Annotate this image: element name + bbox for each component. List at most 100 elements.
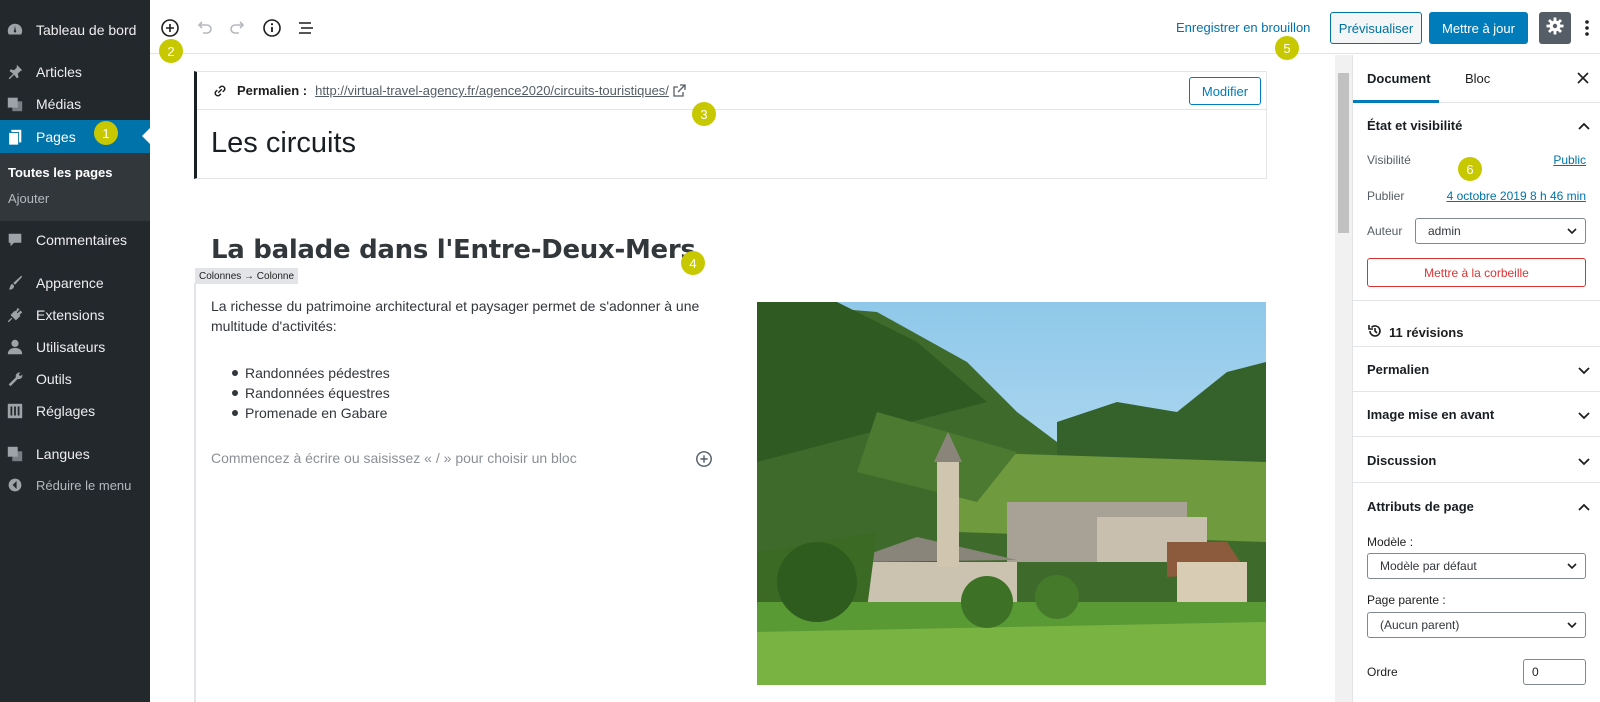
author-value: admin — [1428, 224, 1461, 238]
user-icon — [5, 337, 25, 357]
divider — [1353, 300, 1600, 301]
active-tab-indicator — [1353, 100, 1439, 103]
block-paragraph[interactable]: La richesse du patrimoine architectural … — [211, 296, 711, 336]
order-label: Ordre — [1367, 665, 1398, 679]
template-select[interactable]: Modèle par défaut — [1367, 553, 1586, 579]
menu-item-plugins[interactable]: Extensions — [0, 300, 150, 330]
permalink-bar: Permalien : http://virtual-travel-agency… — [197, 72, 1266, 110]
block-list[interactable]: Randonnées pédestres Randonnées équestre… — [230, 363, 390, 423]
author-label: Auteur — [1367, 224, 1403, 238]
visibility-value-link[interactable]: Public — [1553, 153, 1586, 167]
column-border — [194, 283, 196, 702]
menu-item-articles[interactable]: Articles — [0, 57, 150, 87]
inline-add-block-icon[interactable] — [695, 450, 713, 468]
menu-label: Commentaires — [36, 232, 128, 248]
divider — [1353, 346, 1600, 347]
menu-label: Réduire le menu — [36, 477, 132, 493]
block-placeholder[interactable]: Commencez à écrire ou saisissez « / » po… — [211, 450, 577, 466]
close-icon[interactable] — [1574, 69, 1592, 87]
chevron-down-icon — [1576, 407, 1592, 423]
menu-label: Médias — [36, 96, 82, 112]
marker-2: 2 — [159, 39, 183, 63]
section-title: Attributs de page — [1367, 499, 1474, 514]
history-icon — [1367, 323, 1389, 342]
menu-item-languages[interactable]: Langues — [0, 439, 150, 469]
list-item: Promenade en Gabare — [230, 403, 390, 423]
menu-label: Pages — [36, 128, 76, 145]
menu-item-appearance[interactable]: Apparence — [0, 268, 150, 298]
author-select[interactable]: admin — [1415, 218, 1586, 244]
translate-icon — [5, 444, 25, 464]
trash-button[interactable]: Mettre à la corbeille — [1367, 258, 1586, 287]
title-block: Permalien : http://virtual-travel-agency… — [194, 71, 1267, 179]
menu-label: Articles — [36, 64, 82, 80]
editor-canvas: Permalien : http://virtual-travel-agency… — [150, 55, 1335, 702]
redo-icon[interactable] — [226, 16, 250, 40]
section-title: Image mise en avant — [1367, 407, 1495, 422]
marker-1: 1 — [94, 121, 118, 145]
menu-item-medias[interactable]: Médias — [0, 89, 150, 119]
divider — [1353, 436, 1600, 437]
menu-item-dashboard[interactable]: Tableau de bord — [0, 15, 150, 45]
chevron-down-icon — [1576, 453, 1592, 469]
menu-item-tools[interactable]: Outils — [0, 364, 150, 394]
undo-icon[interactable] — [192, 16, 216, 40]
tab-document[interactable]: Document — [1367, 71, 1431, 86]
order-value: 0 — [1532, 665, 1539, 679]
canvas-scrollbar[interactable] — [1335, 55, 1352, 702]
block-breadcrumb[interactable]: Colonnes → Colonne — [195, 268, 299, 284]
info-icon[interactable] — [260, 16, 284, 40]
save-draft-button[interactable]: Enregistrer en brouillon — [1176, 20, 1310, 35]
chevron-up-icon — [1576, 118, 1592, 134]
gear-icon — [1545, 16, 1565, 41]
permalink-url[interactable]: http://virtual-travel-agency.fr/agence20… — [315, 83, 669, 98]
tab-block[interactable]: Bloc — [1465, 71, 1490, 86]
order-input[interactable]: 0 — [1523, 659, 1586, 685]
pages-submenu: Toutes les pages Ajouter — [0, 153, 150, 221]
brush-icon — [5, 273, 25, 293]
publish-date-link[interactable]: 4 octobre 2019 8 h 46 min — [1447, 189, 1586, 203]
menu-item-settings[interactable]: Réglages — [0, 396, 150, 426]
menu-label: Utilisateurs — [36, 339, 106, 355]
add-block-icon[interactable] — [158, 16, 182, 40]
editor-toolbar: Enregistrer en brouillon Prévisualiser M… — [150, 0, 1600, 54]
chevron-down-icon — [1565, 559, 1579, 573]
permalink-label: Permalien : — [237, 83, 308, 98]
submenu-all-pages[interactable]: Toutes les pages — [8, 165, 113, 180]
section-title: Permalien — [1367, 362, 1430, 377]
chevron-down-icon — [1576, 362, 1592, 378]
list-item: Randonnées pédestres — [230, 363, 390, 383]
menu-item-comments[interactable]: Commentaires — [0, 225, 150, 255]
post-title[interactable]: Les circuits — [211, 127, 356, 160]
collapse-menu-button[interactable]: Réduire le menu — [0, 470, 150, 500]
list-view-icon[interactable] — [294, 16, 318, 40]
update-button[interactable]: Mettre à jour — [1429, 12, 1528, 44]
block-heading[interactable]: La balade dans l'Entre-Deux-Mers — [211, 235, 696, 265]
section-title: Discussion — [1367, 453, 1437, 468]
comments-icon — [5, 230, 25, 250]
external-link-icon[interactable] — [672, 83, 686, 98]
publish-label: Publier — [1367, 189, 1405, 203]
parent-select[interactable]: (Aucun parent) — [1367, 612, 1586, 638]
menu-label: Outils — [36, 371, 72, 387]
parent-value: (Aucun parent) — [1380, 618, 1460, 632]
scrollbar-thumb[interactable] — [1338, 73, 1349, 233]
modify-permalink-button[interactable]: Modifier — [1189, 77, 1261, 105]
dashboard-icon — [5, 20, 25, 40]
village-landscape-image[interactable] — [757, 302, 1266, 685]
more-options-icon[interactable] — [1582, 16, 1592, 40]
settings-gear-button[interactable] — [1539, 12, 1571, 44]
revisions-link[interactable]: 11 révisions — [1367, 323, 1463, 342]
visibility-label: Visibilité — [1367, 153, 1411, 167]
template-value: Modèle par défaut — [1380, 559, 1477, 573]
section-title: État et visibilité — [1367, 118, 1463, 133]
menu-label: Extensions — [36, 307, 105, 323]
parent-label: Page parente : — [1367, 593, 1446, 607]
menu-item-pages[interactable]: Pages — [0, 120, 150, 153]
wrench-icon — [5, 369, 25, 389]
preview-button[interactable]: Prévisualiser — [1330, 12, 1422, 44]
divider — [1353, 391, 1600, 392]
menu-label: Langues — [36, 446, 90, 462]
submenu-add-page[interactable]: Ajouter — [8, 191, 49, 206]
menu-item-users[interactable]: Utilisateurs — [0, 332, 150, 362]
